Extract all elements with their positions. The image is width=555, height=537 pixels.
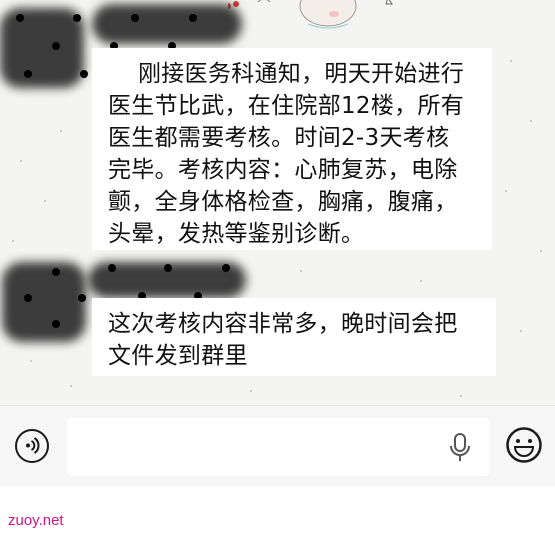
redaction-dot	[52, 320, 60, 328]
background-speckle	[70, 385, 72, 387]
background-speckle	[540, 250, 542, 252]
redaction-dot	[164, 264, 172, 272]
wallpaper-doodle	[228, 0, 393, 29]
background-speckle	[30, 360, 32, 362]
background-speckle	[505, 190, 507, 192]
background-speckle	[60, 130, 62, 132]
redaction-dot	[131, 14, 139, 22]
redaction-dot	[24, 70, 32, 78]
message-line: 医生节比武，在住院部12楼，所有	[108, 93, 465, 119]
redaction-dot	[24, 294, 32, 302]
background-speckle	[12, 240, 14, 242]
background-speckle	[510, 60, 512, 62]
message-input-bar	[0, 405, 555, 486]
background-speckle	[460, 395, 462, 397]
redaction-dot	[108, 264, 116, 272]
voice-mode-button[interactable]	[15, 429, 49, 463]
redaction-dot	[16, 14, 24, 22]
message-line: 文件发到群里	[108, 343, 248, 369]
background-speckle	[250, 390, 252, 392]
chat-background: 刚接医务科通知，明天开始进行 医生节比武，在住院部12楼，所有 医生都需要考核。…	[0, 0, 555, 405]
redaction-dot	[80, 70, 88, 78]
message-line: 头晕，发热等鉴别诊断。	[108, 221, 365, 247]
redaction-dot	[222, 264, 230, 272]
voice-mode-icon	[26, 437, 40, 454]
background-speckle	[44, 200, 46, 202]
redaction-dot	[189, 14, 197, 22]
sender-avatar[interactable]	[2, 262, 86, 342]
emoji-icon[interactable]	[505, 426, 543, 464]
background-speckle	[420, 280, 422, 282]
watermark: zuoy.net	[8, 512, 64, 529]
message-line: 完毕。考核内容：心肺复苏，电除	[108, 157, 458, 183]
message-line: 刚接医务科通知，明天开始进行	[138, 61, 465, 87]
redaction-dot	[52, 42, 60, 50]
sender-avatar[interactable]	[0, 8, 84, 88]
background-speckle	[530, 120, 532, 122]
microphone-icon[interactable]	[448, 433, 472, 463]
background-speckle	[20, 160, 22, 162]
message-input[interactable]	[67, 418, 490, 476]
sender-name	[92, 4, 242, 44]
redaction-dot	[73, 14, 81, 22]
message-bubble[interactable]: 这次考核内容非常多，晚时间会把 文件发到群里	[92, 298, 496, 376]
background-speckle	[520, 330, 522, 332]
message-line: 医生都需要考核。时间2-3天考核	[108, 125, 450, 151]
redaction-dot	[78, 294, 86, 302]
message-line: 颤，全身体格检查，胸痛，腹痛，	[108, 189, 458, 215]
redaction-dot	[52, 268, 60, 276]
background-speckle	[300, 270, 302, 272]
message-bubble[interactable]: 刚接医务科通知，明天开始进行 医生节比武，在住院部12楼，所有 医生都需要考核。…	[92, 48, 492, 250]
message-line: 这次考核内容非常多，晚时间会把	[108, 311, 458, 337]
